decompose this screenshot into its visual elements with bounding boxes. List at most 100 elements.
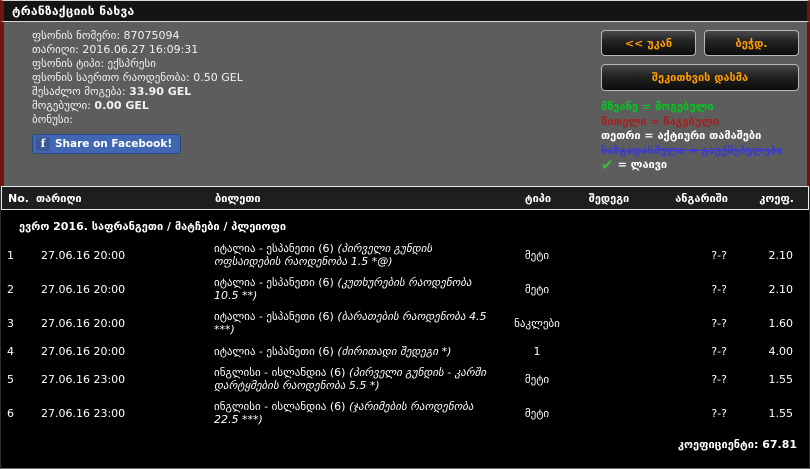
cell-no: 4	[7, 344, 14, 358]
facebook-share-button[interactable]: f Share on Facebook!	[32, 134, 182, 154]
actions-and-legend: << უკან ბეჭდ. შეკითხვის დასმა მწვანე = მ…	[601, 30, 799, 173]
bonus-label: ბონუსი:	[32, 113, 73, 126]
table-row: 5 27.06.16 23:00 ინგლისი - ისლანდია (6) …	[1, 362, 809, 396]
cell-ticket: იტალია - ესპანეთი (6) (კუთხურების რაოდენ…	[199, 276, 499, 302]
cell-type: მეტი	[524, 282, 550, 296]
won-label: მოგებული:	[32, 99, 91, 112]
cell-no: 6	[7, 406, 14, 420]
table-row: 3 27.06.16 20:00 იტალია - ესპანეთი (6) (…	[1, 306, 809, 340]
cell-score: ?-?	[711, 344, 727, 358]
bet-amount-label: ფსონის საერთო რაოდენობა:	[32, 71, 190, 84]
cell-coef: 1.60	[768, 316, 794, 330]
match-name: იტალია - ესპანეთი (6)	[214, 344, 334, 358]
won-value: 0.00 GEL	[94, 99, 149, 112]
cell-type: ნაკლები	[514, 316, 560, 330]
bet-amount-line: ფსონის საერთო რაოდენობა: 0.50 GEL	[32, 71, 243, 85]
total-coefficient-value: 67.81	[762, 438, 797, 451]
legend-cancelled: ხაზგადასმული = გაუქმებულები	[601, 143, 783, 157]
table-header-row: No. თარიღი ბილეთი ტიპი შედეგი ანგარიში კ…	[1, 186, 809, 210]
bets-table: No. თარიღი ბილეთი ტიპი შედეგი ანგარიში კ…	[0, 186, 810, 469]
table-row: 6 27.06.16 23:00 ინგლისი - ისლანდია (6) …	[1, 396, 809, 430]
cell-ticket: იტალია - ესპანეთი (6) (ბარათების რაოდენო…	[199, 310, 499, 336]
bet-date-line: თარიღი: 2016.06.27 16:09:31	[32, 43, 243, 57]
cell-score: ?-?	[711, 282, 727, 296]
bet-amount-value: 0.50 GEL	[193, 71, 243, 84]
match-name: იტალია - ესპანეთი (6)	[214, 242, 334, 255]
bet-type-value: ექსპრესი	[107, 57, 156, 70]
possible-win-line: შესაძლო მოგება: 33.90 GEL	[32, 85, 243, 99]
header-type: ტიპი	[524, 191, 552, 205]
cell-score: ?-?	[711, 316, 727, 330]
cell-type: მეტი	[524, 248, 550, 262]
possible-win-value: 33.90 GEL	[129, 85, 192, 98]
cell-coef: 1.55	[768, 406, 794, 420]
match-name: იტალია - ესპანეთი (6)	[214, 310, 334, 323]
header-score: ანგარიში	[675, 191, 728, 205]
won-line: მოგებული: 0.00 GEL	[32, 99, 243, 113]
table-row: 1 27.06.16 20:00 იტალია - ესპანეთი (6) (…	[1, 238, 809, 272]
ask-question-button[interactable]: შეკითხვის დასმა	[601, 64, 799, 91]
legend-won: მწვანე = მოგებული	[601, 100, 714, 113]
total-coefficient-label: კოეფიციენტი:	[677, 438, 759, 451]
cell-date: 27.06.16 23:00	[41, 372, 126, 386]
match-name: იტალია - ესპანეთი (6)	[214, 276, 334, 289]
cell-score: ?-?	[711, 372, 727, 386]
cell-no: 5	[7, 372, 14, 386]
result-color-legend: მწვანე = მოგებული წითელი = წაგებული თეთრ…	[601, 100, 799, 173]
bonus-line: ბონუსი:	[32, 113, 243, 127]
cell-ticket: ინგლისი - ისლანდია (6) (ჯარიმების რაოდენ…	[199, 400, 499, 426]
cell-date: 27.06.16 23:00	[41, 406, 126, 420]
button-row: << უკან ბეჭდ.	[601, 30, 799, 56]
cell-coef: 4.00	[768, 344, 794, 358]
cell-type: მეტი	[524, 372, 550, 386]
cell-no: 1	[7, 248, 14, 262]
bet-type-label: ფსონის ტიპი:	[32, 57, 105, 70]
print-button[interactable]: ბეჭდ.	[704, 30, 799, 56]
cell-score: ?-?	[711, 406, 727, 420]
possible-win-label: შესაძლო მოგება:	[32, 85, 126, 98]
total-coefficient-row: კოეფიციენტი: 67.81	[1, 430, 809, 451]
match-name: ინგლისი - ისლანდია (6)	[214, 400, 346, 413]
tournament-section-header: ევრო 2016. საფრანგეთი / მატჩები / პლეიოფ…	[19, 220, 287, 233]
table-row: 4 27.06.16 20:00 იტალია - ესპანეთი (6) (…	[1, 340, 809, 362]
header-ticket: ბილეთი	[215, 191, 261, 205]
cell-coef: 2.10	[768, 282, 794, 296]
bet-date-value: 2016.06.27 16:09:31	[82, 43, 199, 56]
legend-live-label: = ლაივი	[617, 158, 668, 171]
cell-date: 27.06.16 20:00	[41, 248, 126, 262]
cell-ticket: იტალია - ესპანეთი (6) (ძირითადი შედეგი *…	[199, 345, 499, 358]
bet-number-label: ფსონის ნომერი:	[32, 29, 121, 42]
table-row: 2 27.06.16 20:00 იტალია - ესპანეთი (6) (…	[1, 272, 809, 306]
cell-date: 27.06.16 20:00	[41, 344, 126, 358]
header-date: თარიღი	[36, 191, 82, 205]
header-result: შედეგი	[588, 191, 630, 205]
cell-ticket: ინგლისი - ისლანდია (6) (პირველი გუნდის -…	[199, 366, 499, 392]
bet-info-list: ფსონის ნომერი: 87075094 თარიღი: 2016.06.…	[32, 29, 243, 154]
legend-active: თეთრი = აქტიური თამაშები	[601, 129, 762, 142]
checkmark-icon: ✔	[601, 156, 614, 175]
legend-lost: წითელი = წაგებული	[601, 114, 720, 128]
facebook-icon: f	[36, 137, 50, 151]
header-coef: კოეფ.	[759, 191, 794, 205]
bet-type-line: ფსონის ტიპი: ექსპრესი	[32, 57, 243, 71]
legend-live: ✔ = ლაივი	[601, 158, 799, 173]
cell-coef: 2.10	[768, 248, 794, 262]
page-title: ტრანზაქციის ნახვა	[12, 4, 135, 18]
cell-date: 27.06.16 20:00	[41, 316, 126, 330]
cell-no: 2	[7, 282, 14, 296]
header-no: No.	[8, 191, 29, 205]
transaction-view-page: ტრანზაქციის ნახვა ფსონის ნომერი: 8707509…	[0, 0, 810, 469]
page-title-bar: ტრანზაქციის ნახვა	[0, 0, 810, 22]
cell-score: ?-?	[711, 248, 727, 262]
cell-no: 3	[7, 316, 14, 330]
cell-type: 1	[533, 344, 541, 358]
bet-date-label: თარიღი:	[32, 43, 79, 56]
match-name: ინგლისი - ისლანდია (6)	[214, 366, 346, 379]
cell-type: მეტი	[524, 406, 550, 420]
facebook-share-label: Share on Facebook!	[55, 138, 173, 150]
cell-coef: 1.55	[768, 372, 794, 386]
cell-ticket: იტალია - ესპანეთი (6) (პირველი გუნდის ოფ…	[199, 242, 499, 268]
bet-info-section: ფსონის ნომერი: 87075094 თარიღი: 2016.06.…	[0, 22, 810, 186]
back-button[interactable]: << უკან	[601, 30, 696, 56]
bet-number-line: ფსონის ნომერი: 87075094	[32, 29, 243, 43]
